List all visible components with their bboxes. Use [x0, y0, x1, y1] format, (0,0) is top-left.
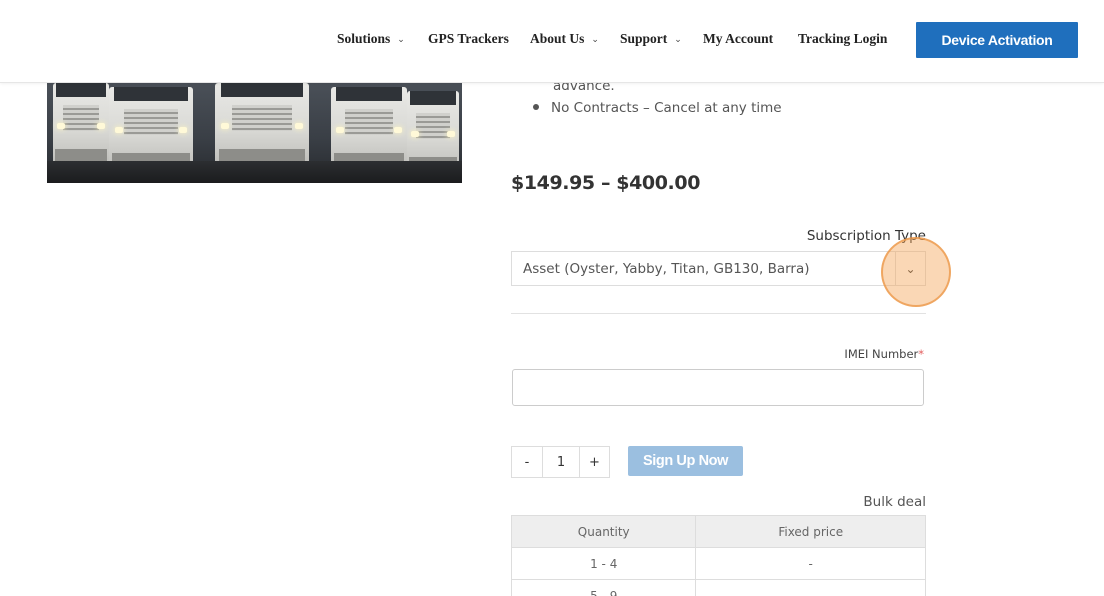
click-indicator: [881, 237, 951, 307]
truck-shape: [331, 87, 407, 167]
feature-item: No Contracts – Cancel at any time: [533, 100, 782, 116]
bullet-icon: [533, 104, 539, 110]
divider: [511, 313, 926, 314]
nav-item-gps-trackers[interactable]: GPS Trackers: [428, 31, 509, 47]
sign-up-button[interactable]: Sign Up Now: [628, 446, 743, 476]
device-activation-button[interactable]: Device Activation: [916, 22, 1078, 58]
imei-input[interactable]: [512, 369, 924, 406]
nav-item-label: GPS Trackers: [428, 31, 509, 46]
table-row: 5 - 9: [510, 579, 926, 596]
imei-label-text: IMEI Number: [844, 347, 919, 361]
site-header: Solutions ⌄ GPS Trackers About Us ⌄ Suppor…: [0, 0, 1104, 83]
chevron-down-icon: ⌄: [591, 34, 599, 44]
column-header-fixed-price: Fixed price: [695, 515, 926, 548]
nav-item-my-account[interactable]: My Account: [703, 31, 773, 47]
nav-item-support[interactable]: Support ⌄: [620, 31, 682, 47]
quantity-input[interactable]: 1: [543, 446, 579, 478]
nav-item-label: Solutions: [337, 31, 391, 46]
nav-item-tracking-login[interactable]: Tracking Login: [798, 31, 887, 47]
nav-item-label: Support: [620, 31, 668, 46]
nav-item-solutions[interactable]: Solutions ⌄: [337, 31, 405, 47]
product-image: [47, 83, 462, 183]
price-range: $149.95 – $400.00: [511, 172, 701, 194]
bulk-deal-table: Quantity Fixed price 1 - 4 - 5 - 9: [510, 515, 926, 596]
nav-item-label: About Us: [530, 31, 585, 46]
nav-item-label: Tracking Login: [798, 31, 888, 46]
bulk-deal-title: Bulk deal: [863, 494, 926, 510]
price-cell: [695, 579, 926, 596]
column-header-quantity: Quantity: [510, 515, 697, 548]
road: [47, 161, 462, 183]
truck-shape: [215, 83, 309, 163]
table-header-row: Quantity Fixed price: [510, 515, 926, 548]
quantity-stepper: - 1 +: [511, 446, 610, 478]
truck-shape: [109, 87, 193, 167]
imei-label: IMEI Number*: [700, 347, 924, 361]
subscription-type-select[interactable]: Asset (Oyster, Yabby, Titan, GB130, Barr…: [511, 251, 926, 286]
table-row: 1 - 4 -: [510, 547, 926, 580]
quantity-minus-button[interactable]: -: [511, 446, 543, 478]
required-mark: *: [918, 347, 924, 361]
feature-item-text: No Contracts – Cancel at any time: [551, 100, 782, 116]
price-cell: -: [695, 547, 926, 580]
nav-item-label: My Account: [703, 31, 774, 46]
subscription-type-label: Subscription Type: [806, 228, 926, 244]
quantity-cell: 1 - 4: [510, 547, 697, 580]
quantity-cell: 5 - 9: [510, 579, 697, 596]
truck-shape: [407, 91, 459, 171]
chevron-down-icon: ⌄: [674, 34, 682, 44]
truck-shape: [53, 83, 109, 163]
nav-item-about-us[interactable]: About Us ⌄: [530, 31, 599, 47]
chevron-down-icon: ⌄: [397, 34, 405, 44]
quantity-plus-button[interactable]: +: [579, 446, 610, 478]
subscription-selected-value: Asset (Oyster, Yabby, Titan, GB130, Barr…: [523, 261, 810, 277]
